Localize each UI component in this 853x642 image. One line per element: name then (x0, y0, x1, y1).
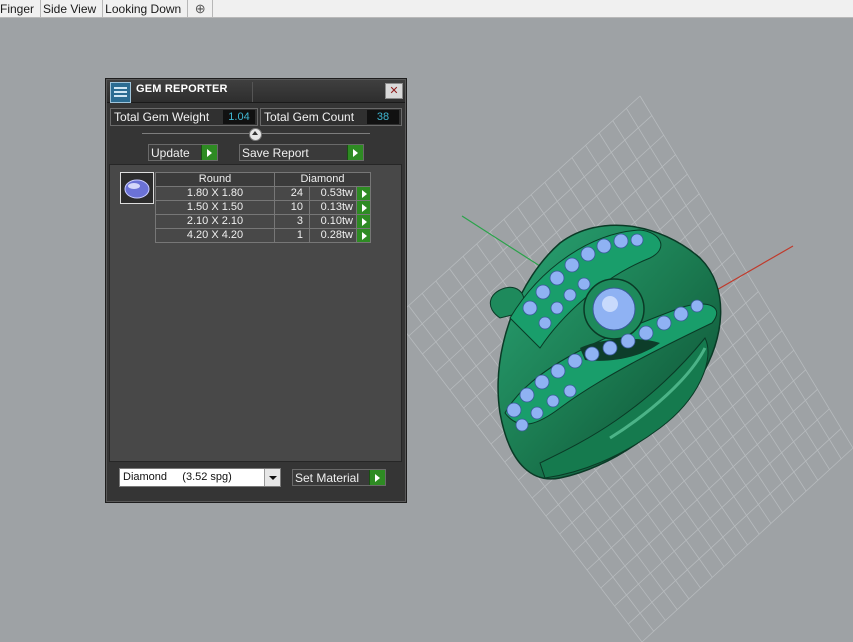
save-report-button[interactable]: Save Report (239, 144, 364, 161)
save-report-label: Save Report (242, 146, 309, 160)
close-icon: ✕ (389, 85, 399, 97)
set-material-label: Set Material (295, 471, 360, 485)
tab-label: Finger (0, 1, 35, 16)
gem-count: 10 (274, 200, 310, 215)
play-arrow-icon (201, 145, 217, 160)
update-label: Update (151, 146, 190, 160)
y-axis-line (461, 215, 544, 269)
gem-size: 2.10 X 2.10 (155, 214, 275, 229)
material-selected-value: Diamond (3.52 spg) (123, 471, 232, 483)
material-header: Diamond (274, 172, 371, 187)
tab-label: Side View (43, 1, 97, 16)
total-gem-weight-box: Total Gem Weight 1.04 (110, 108, 258, 126)
play-arrow-icon (362, 204, 367, 212)
table-row: 1.80 X 1.80 24 0.53tw (155, 186, 371, 201)
ring-model (490, 224, 722, 480)
shape-header: Round (155, 172, 275, 187)
play-arrow-icon (369, 470, 385, 485)
chevron-down-icon[interactable] (264, 469, 280, 486)
play-arrow-icon (362, 190, 367, 198)
grid-line (628, 428, 842, 625)
round-diamond-icon (124, 179, 150, 199)
table-row: 1.50 X 1.50 10 0.13tw (155, 200, 371, 215)
update-button[interactable]: Update (148, 144, 218, 161)
grid-line (614, 408, 830, 607)
view-tab-bar: Finger Side View Looking Down ⊕ (0, 0, 853, 18)
total-gem-count-label: Total Gem Count (264, 110, 355, 124)
select-row-button[interactable] (356, 228, 371, 243)
plus-icon: ⊕ (194, 0, 206, 16)
gem-reporter-icon (110, 82, 131, 103)
gem-total-weight: 0.13tw (309, 200, 357, 215)
select-row-button[interactable] (356, 200, 371, 215)
add-tab-button[interactable]: ⊕ (188, 0, 214, 17)
gem-count: 1 (274, 228, 310, 243)
gem-count: 3 (274, 214, 310, 229)
round-gem-thumbnail[interactable] (120, 172, 154, 204)
table-row: 2.10 X 2.10 3 0.10tw (155, 214, 371, 229)
gem-table-header: Round Diamond (155, 172, 371, 187)
total-gem-weight-label: Total Gem Weight (114, 110, 210, 124)
slider-handle[interactable] (249, 128, 262, 141)
grid-line (641, 447, 853, 642)
set-material-button[interactable]: Set Material (292, 469, 386, 486)
gem-total-weight: 0.28tw (309, 228, 357, 243)
play-arrow-icon (362, 232, 367, 240)
gem-count: 24 (274, 186, 310, 201)
tab-finger[interactable]: Finger (0, 0, 42, 17)
gem-size: 1.50 X 1.50 (155, 200, 275, 215)
tab-side-view[interactable]: Side View (41, 0, 104, 17)
panel-title: GEM REPORTER (136, 83, 228, 95)
play-arrow-icon (362, 218, 367, 226)
gem-size: 4.20 X 4.20 (155, 228, 275, 243)
select-row-button[interactable] (356, 214, 371, 229)
gem-reporter-panel: GEM REPORTER ✕ Total Gem Weight 1.04 Tot… (105, 78, 407, 503)
total-gem-count-value: 38 (367, 110, 399, 124)
gem-total-weight: 0.10tw (309, 214, 357, 229)
total-gem-count-box: Total Gem Count 38 (260, 108, 402, 126)
panel-title-bar[interactable]: GEM REPORTER ✕ (107, 80, 405, 103)
tab-label: Looking Down (105, 1, 182, 16)
total-gem-weight-value: 1.04 (223, 110, 255, 124)
play-arrow-icon (347, 145, 363, 160)
material-dropdown[interactable]: Diamond (3.52 spg) (119, 468, 281, 487)
title-divider (252, 82, 253, 102)
tab-looking-down[interactable]: Looking Down (103, 0, 189, 17)
select-row-button[interactable] (356, 186, 371, 201)
gem-list-area: Round Diamond 1.80 X 1.80 24 0.53tw 1.50… (109, 164, 402, 462)
table-row: 4.20 X 4.20 1 0.28tw (155, 228, 371, 243)
gem-size: 1.80 X 1.80 (155, 186, 275, 201)
close-button[interactable]: ✕ (385, 83, 403, 99)
gem-table: Round Diamond 1.80 X 1.80 24 0.53tw 1.50… (155, 172, 371, 243)
gem-total-weight: 0.53tw (309, 186, 357, 201)
